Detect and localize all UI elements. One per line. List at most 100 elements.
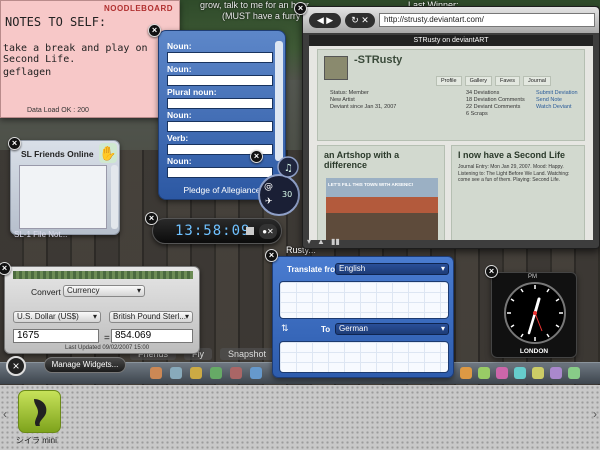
friends-scrollbar[interactable] [111, 165, 118, 229]
translate-to-label: To [321, 325, 331, 334]
at-sign-icon: @ [264, 182, 273, 192]
url-input[interactable]: http://strusty.deviantart.com/ [379, 13, 595, 27]
word-widget-scrollbar[interactable] [275, 41, 283, 161]
to-amount-input[interactable]: 854.069 [111, 329, 193, 343]
profile-link[interactable]: Watch Deviant [536, 104, 578, 111]
hand-wave-icon: ✋ [99, 143, 117, 163]
back-forward-buttons[interactable]: ◀ ▶ [309, 13, 341, 28]
toolbar-icon[interactable] [568, 367, 580, 379]
translate-from-label: Translate from [287, 265, 343, 274]
noun-field[interactable] [167, 52, 273, 63]
shiira-mini-label: シイラ mini [16, 436, 57, 445]
profile-link[interactable]: Send Note [536, 97, 578, 104]
digital-time: 13:58:09 [175, 223, 251, 239]
toolbar-icon[interactable] [150, 367, 162, 379]
toolbar-icon[interactable] [496, 367, 508, 379]
sticky-note-widget[interactable]: NOODLEBOARD NOTES TO SELF: take a break … [0, 0, 180, 118]
reload-stop-buttons[interactable]: ↻ ✕ [345, 13, 375, 28]
sticky-brand: NOODLEBOARD [103, 4, 173, 13]
toolbar-icon[interactable] [210, 367, 222, 379]
swap-languages-icon[interactable]: ⇅ [281, 323, 295, 335]
analog-clock-widget: PM LONDON [491, 272, 577, 358]
browser-bookmark-icon[interactable]: ▲ [317, 237, 325, 246]
close-browser-icon[interactable]: × [294, 2, 307, 15]
toolbar-icon[interactable] [514, 367, 526, 379]
sticky-title: NOTES TO SELF: [5, 15, 107, 29]
dock-scroll-right-icon[interactable]: › [593, 407, 597, 421]
clock-menu-button[interactable]: ●✕ [259, 224, 277, 239]
category-select[interactable]: Currency [63, 285, 145, 297]
from-language-select[interactable]: English [335, 263, 449, 275]
web-page[interactable]: STRusty on deviantART -STRusty Profile G… [309, 35, 593, 240]
toolbar-icon[interactable] [460, 367, 472, 379]
to-currency-select[interactable]: British Pound Sterl... [109, 311, 193, 323]
close-digital-clock-icon[interactable]: × [145, 212, 158, 225]
toolbar-icon[interactable] [478, 367, 490, 379]
post-artshop: an Artshop with a difference LET'S FILL … [317, 145, 445, 240]
close-friends-icon[interactable]: × [8, 137, 21, 150]
toolbar-icon[interactable] [550, 367, 562, 379]
field-label: Noun: [167, 41, 192, 51]
from-currency-select[interactable]: U.S. Dollar (US$) [13, 311, 101, 323]
tab-faves[interactable]: Faves [495, 76, 520, 86]
profile-username[interactable]: -STRusty [354, 54, 402, 66]
close-analog-clock-icon[interactable]: × [485, 265, 498, 278]
profile-header: -STRusty Profile Gallery Faves Journal S… [317, 49, 585, 141]
translated-text-area[interactable] [279, 341, 449, 373]
toolbar-icon[interactable] [190, 367, 202, 379]
close-sticky-icon[interactable]: × [148, 24, 161, 37]
plural-noun-field[interactable] [167, 98, 273, 109]
to-language-select[interactable]: German [335, 323, 449, 335]
airplane-icon: ✈ [265, 197, 273, 207]
profile-link[interactable]: Submit Deviation [536, 90, 578, 97]
toolbar-icon[interactable] [532, 367, 544, 379]
tab-journal[interactable]: Journal [523, 76, 552, 86]
field-label: Verb: [167, 133, 189, 143]
post-second-life: I now have a Second Life Journal Entry: … [451, 145, 585, 240]
toolbar-icon[interactable] [230, 367, 242, 379]
post-title[interactable]: an Artshop with a difference [324, 150, 444, 170]
profile-stats: 34 Deviations 18 Deviation Comments 22 D… [466, 90, 525, 118]
sl-nav-snapshot[interactable]: Snapshot [220, 348, 275, 360]
stat-line: 22 Deviant Comments [466, 104, 521, 110]
shiira-mini-app-icon[interactable] [18, 390, 61, 433]
profile-tabs: Profile Gallery Faves Journal [436, 76, 552, 86]
digital-clock-widget: 13:58:09 ●✕ [152, 218, 282, 244]
profile-links: Submit Deviation Send Note Watch Deviant [536, 90, 578, 111]
browser-widget: ◀ ▶ ↻ ✕ http://strusty.deviantart.com/ S… [302, 6, 600, 249]
sticky-line: geflagen [3, 67, 52, 78]
browser-bottom-bar: ▾ ▲ ▮▮ [307, 237, 340, 246]
noun-field[interactable] [167, 121, 273, 132]
tab-profile[interactable]: Profile [436, 76, 462, 86]
round-value: 30 [282, 190, 292, 199]
close-dashboard-icon[interactable]: × [6, 356, 26, 376]
toolbar-icon[interactable] [250, 367, 262, 379]
sticky-line: take a break and play on Second Life. [3, 43, 148, 65]
source-text-area[interactable] [279, 281, 449, 319]
friends-list[interactable] [19, 165, 107, 229]
web-page-title: STRusty on deviantART [309, 35, 593, 46]
noun-field[interactable] [167, 75, 273, 86]
browser-pages-icon[interactable]: ▮▮ [331, 237, 340, 246]
friends-bottom-text: SL-1 File Not... [14, 230, 68, 239]
manage-widgets-button[interactable]: Manage Widgets... [44, 357, 126, 373]
post-title[interactable]: I now have a Second Life [458, 150, 565, 160]
field-label: Plural noun: [167, 87, 217, 97]
convert-label: Convert [31, 287, 61, 297]
field-label: Noun: [167, 156, 192, 166]
browser-toolbar: ◀ ▶ ↻ ✕ http://strusty.deviantart.com/ [303, 7, 599, 33]
sl-friends-widget: SL Friends Online ✋ [10, 140, 120, 235]
tab-gallery[interactable]: Gallery [464, 76, 493, 86]
round-media-widget[interactable]: ♫ @ ✈ 30 [258, 155, 300, 217]
close-translate-icon[interactable]: × [265, 249, 278, 262]
equals-sign: = [104, 333, 110, 344]
stop-button[interactable] [246, 227, 254, 235]
toolbar-icon[interactable] [170, 367, 182, 379]
post-body: Journal Entry: Mon Jan 29, 2007. Mood: H… [458, 164, 570, 183]
post-image[interactable] [326, 178, 438, 240]
close-word-widget-icon[interactable]: × [250, 150, 263, 163]
status-line: Deviant since Jan 31, 2007 [330, 104, 397, 110]
browser-menu-icon[interactable]: ▾ [307, 237, 311, 246]
from-amount-input[interactable]: 1675 [13, 329, 99, 343]
dock-scroll-left-icon[interactable]: ‹ [3, 407, 7, 421]
